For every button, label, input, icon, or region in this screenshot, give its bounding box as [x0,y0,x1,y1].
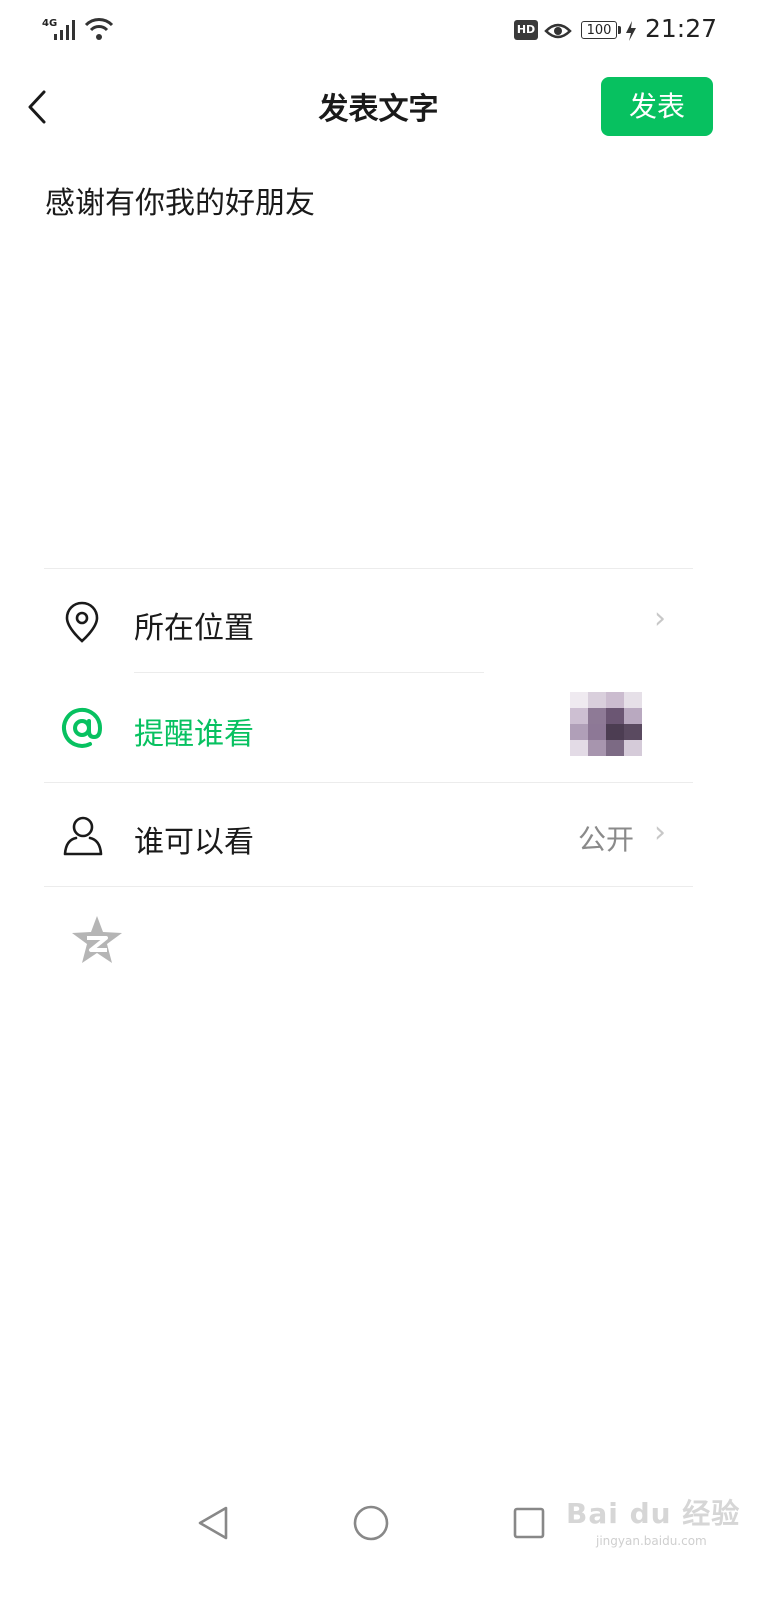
chevron-right-icon: › [654,815,666,850]
watermark: Bai du 经验 [566,1497,741,1530]
hd-badge: HD [514,20,538,40]
at-icon [62,707,103,748]
location-label: 所在位置 [134,611,254,646]
visibility-label: 谁可以看 [134,825,254,860]
avatar [570,692,642,756]
eye-comfort-icon [544,23,572,39]
mention-label: 提醒谁看 [134,717,254,752]
charging-icon [626,21,636,41]
chevron-right-icon: › [654,601,666,636]
nav-home-icon[interactable] [352,1504,390,1542]
battery-level: 100 [581,21,617,39]
nav-recent-apps-icon[interactable] [512,1506,546,1540]
person-icon [63,816,103,856]
watermark-url: jingyan.baidu.com [596,1534,707,1548]
visibility-value: 公开 [578,823,635,856]
status-bar: 4G HD 100 21:27 [0,0,757,64]
battery-tip [618,26,621,34]
location-pin-icon [65,601,99,643]
qzone-star-icon[interactable] [70,914,124,966]
signal-icon [54,20,75,40]
publish-button[interactable]: 发表 [601,77,713,136]
divider [44,886,693,887]
wifi-icon [84,18,114,40]
clock: 21:27 [645,14,718,43]
nav-back-icon[interactable] [196,1505,230,1541]
post-text-input[interactable]: 感谢有你我的好朋友 [45,178,315,222]
